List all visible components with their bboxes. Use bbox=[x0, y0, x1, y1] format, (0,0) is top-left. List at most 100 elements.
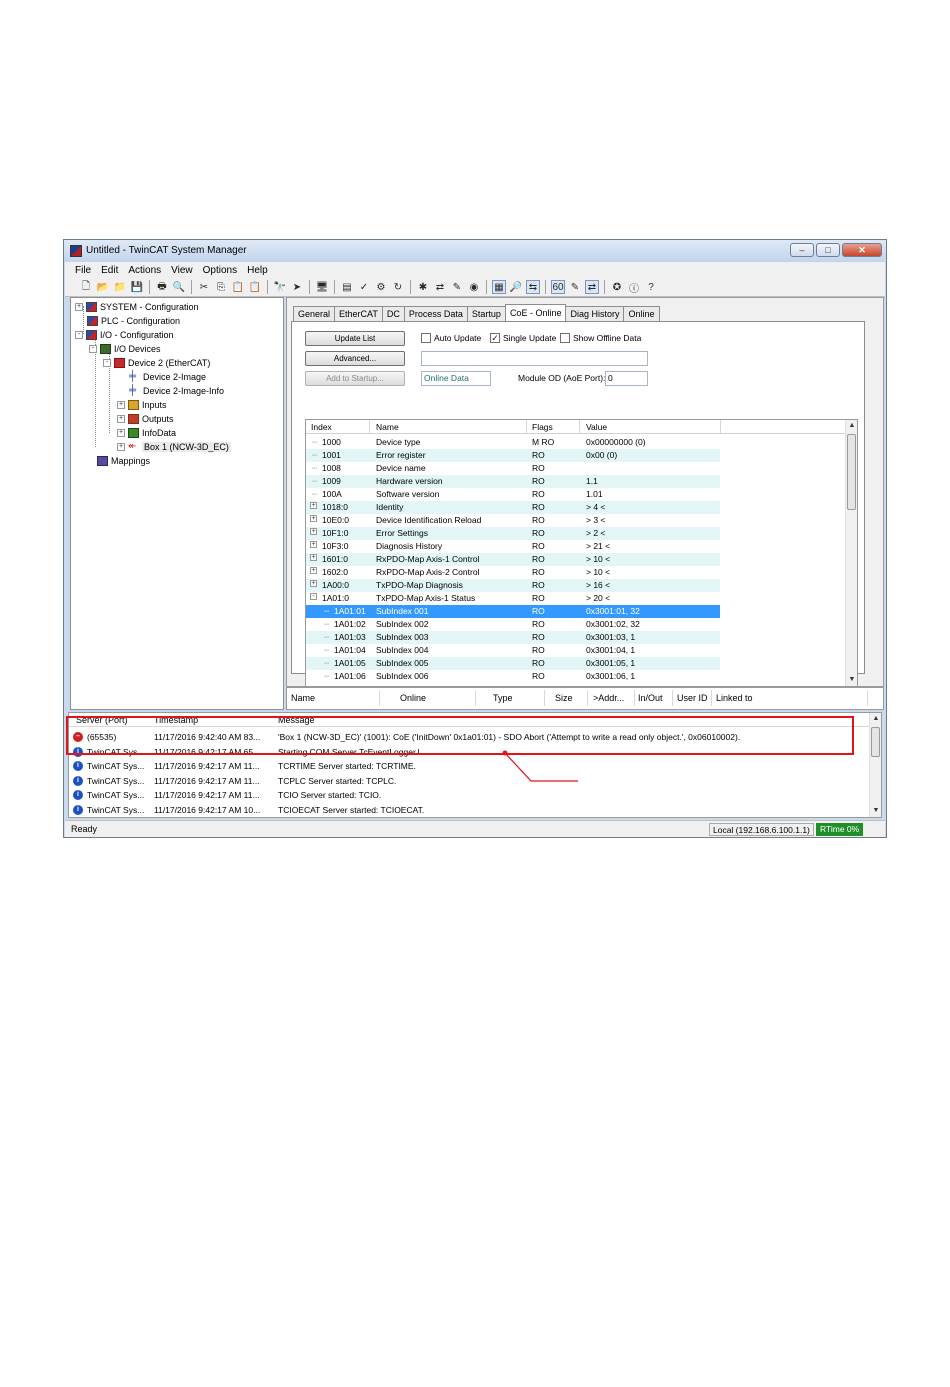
expand-icon[interactable]: + bbox=[310, 528, 317, 535]
check-configuration-icon[interactable]: ✓ bbox=[357, 280, 371, 294]
open-folder-icon[interactable]: 📁 bbox=[113, 280, 127, 294]
tab-coe-online[interactable]: CoE - Online bbox=[504, 304, 567, 321]
collapse-icon[interactable]: - bbox=[103, 358, 111, 367]
paste-with-links-icon[interactable]: 📋 bbox=[248, 280, 262, 294]
col-var-size[interactable]: Size bbox=[555, 693, 573, 703]
settings-icon[interactable]: ✪ bbox=[610, 280, 624, 294]
activate-configuration-icon[interactable]: ⚙ bbox=[374, 280, 388, 294]
zoom-icon[interactable]: 🔎 bbox=[509, 280, 523, 294]
open-icon[interactable]: 📂 bbox=[96, 280, 110, 294]
menu-help[interactable]: Help bbox=[247, 265, 268, 276]
od-table-row[interactable]: ┄ 1009 Hardware version RO 1.1 bbox=[306, 475, 720, 488]
generate-mappings-icon[interactable]: ▤ bbox=[340, 280, 354, 294]
tab-online[interactable]: Online bbox=[623, 306, 660, 321]
help-icon[interactable]: ? bbox=[644, 280, 658, 294]
od-table-row[interactable]: ┄ 1A01:05 SubIndex 005 RO 0x3001:05, 1 bbox=[306, 657, 720, 670]
expand-icon[interactable]: + bbox=[117, 400, 125, 409]
od-table-row[interactable]: +10F3:0 Diagnosis History RO > 21 < bbox=[306, 540, 720, 553]
show-variable-icon[interactable]: ✎ bbox=[568, 280, 582, 294]
tab-startup[interactable]: Startup bbox=[466, 306, 506, 321]
show-offline-data-checkbox[interactable]: Show Offline Data bbox=[560, 333, 641, 343]
od-table-row[interactable]: ┄ 1A01:04 SubIndex 004 RO 0x3001:04, 1 bbox=[306, 644, 720, 657]
od-table-row[interactable]: ┄ 1A01:02 SubIndex 002 RO 0x3001:02, 32 bbox=[306, 618, 720, 631]
od-table-row[interactable]: +10E0:0 Device Identification Reload RO > 3… bbox=[306, 514, 720, 527]
show-online-icon[interactable]: ⇆ bbox=[526, 280, 540, 294]
expand-icon[interactable]: + bbox=[310, 541, 317, 548]
scroll-down-icon[interactable]: ▼ bbox=[870, 805, 881, 817]
col-index[interactable]: Index bbox=[311, 422, 332, 432]
expand-icon[interactable]: + bbox=[310, 554, 317, 561]
set-config-mode-icon[interactable]: ✱ bbox=[416, 280, 430, 294]
scroll-up-icon[interactable]: ▲ bbox=[870, 713, 881, 725]
print-icon[interactable]: 🖶 bbox=[155, 280, 169, 294]
scroll-thumb[interactable] bbox=[847, 434, 856, 510]
tree-node-io-devices[interactable]: - I/O Devices bbox=[89, 342, 161, 355]
col-value[interactable]: Value bbox=[586, 422, 607, 432]
find-icon[interactable]: 🔭 bbox=[273, 280, 287, 294]
od-table-row[interactable]: ┄ 1A01:01 SubIndex 001 RO 0x3001:01, 32 bbox=[306, 605, 720, 618]
scroll-up-icon[interactable]: ▲ bbox=[846, 420, 857, 432]
scan-boxes-icon[interactable]: ✎ bbox=[450, 280, 464, 294]
load-devices-icon[interactable]: ⇄ bbox=[433, 280, 447, 294]
col-name[interactable]: Name bbox=[376, 422, 399, 432]
log-row[interactable]: i TwinCAT Sys... 11/17/2016 9:42:17 AM 11.… bbox=[69, 788, 869, 802]
show-tree-icon[interactable]: ▦ bbox=[492, 280, 506, 294]
minimize-button[interactable]: – bbox=[790, 243, 814, 257]
expand-icon[interactable]: + bbox=[117, 414, 125, 423]
col-var-type[interactable]: Type bbox=[493, 693, 513, 703]
od-table-row[interactable]: +10F1:0 Error Settings RO > 2 < bbox=[306, 527, 720, 540]
expand-icon[interactable]: + bbox=[310, 515, 317, 522]
tab-general[interactable]: General bbox=[293, 306, 336, 321]
tree-node-plc[interactable]: PLC - Configuration bbox=[87, 314, 180, 327]
od-table-row[interactable]: ┄ 1A01:06 SubIndex 006 RO 0x3001:06, 1 bbox=[306, 670, 720, 683]
tab-process-data[interactable]: Process Data bbox=[403, 306, 468, 321]
expand-icon[interactable]: + bbox=[310, 580, 317, 587]
od-table-row[interactable]: -1A01:0 TxPDO-Map Axis-1 Status RO > 20 < bbox=[306, 592, 720, 605]
close-button[interactable]: ✕ bbox=[842, 243, 882, 257]
single-update-checkbox[interactable]: ✓ Single Update bbox=[490, 333, 556, 343]
scroll-thumb[interactable] bbox=[871, 727, 880, 757]
od-table-row[interactable]: +1018:0 Identity RO > 4 < bbox=[306, 501, 720, 514]
col-flags[interactable]: Flags bbox=[532, 422, 553, 432]
tree-node-device2-image[interactable]: ╪ Device 2-Image bbox=[129, 370, 206, 383]
show-mappings-icon[interactable]: ⇄ bbox=[585, 280, 599, 294]
save-icon[interactable]: 💾 bbox=[130, 280, 144, 294]
cut-icon[interactable]: ✂ bbox=[197, 280, 211, 294]
new-file-icon[interactable]: 🗋 bbox=[79, 280, 93, 294]
add-to-startup-button[interactable]: Add to Startup... bbox=[305, 371, 405, 386]
expand-icon[interactable]: + bbox=[117, 442, 125, 451]
log-row[interactable]: i TwinCAT Sys... 11/17/2016 9:42:17 AM 11.… bbox=[69, 774, 869, 788]
menu-view[interactable]: View bbox=[171, 265, 193, 276]
info-icon[interactable]: ⓘ bbox=[627, 280, 641, 295]
menu-file[interactable]: File bbox=[75, 265, 91, 276]
find-next-icon[interactable]: ➤ bbox=[290, 280, 304, 294]
tree-node-device2-image-info[interactable]: ╪ Device 2-Image-Info bbox=[129, 384, 224, 397]
tab-diag-history[interactable]: Diag History bbox=[565, 306, 625, 321]
show-offline-icon[interactable]: 60 bbox=[551, 280, 565, 294]
od-table-row[interactable]: +1602:0 RxPDO-Map Axis-2 Control RO > 10 < bbox=[306, 566, 720, 579]
menu-edit[interactable]: Edit bbox=[101, 265, 118, 276]
advanced-button[interactable]: Advanced... bbox=[305, 351, 405, 366]
log-scrollbar[interactable]: ▲ ▼ bbox=[869, 713, 881, 817]
od-scrollbar[interactable]: ▲ ▼ bbox=[845, 420, 857, 686]
tree-node-infodata[interactable]: + InfoData bbox=[117, 426, 176, 439]
target-system-icon[interactable]: 🖥 bbox=[315, 280, 329, 294]
tree-node-inputs[interactable]: + Inputs bbox=[117, 398, 167, 411]
col-var-name[interactable]: Name bbox=[291, 693, 315, 703]
collapse-icon[interactable]: - bbox=[89, 344, 97, 353]
scroll-down-icon[interactable]: ▼ bbox=[846, 674, 857, 686]
tree-node-system[interactable]: + SYSTEM - Configuration bbox=[75, 300, 199, 313]
tree-node-mappings[interactable]: Mappings bbox=[97, 454, 150, 467]
tree-node-io[interactable]: - I/O - Configuration bbox=[75, 328, 174, 341]
od-table-row[interactable]: ┄ 1008 Device name RO bbox=[306, 462, 720, 475]
tree-node-device2[interactable]: - Device 2 (EtherCAT) bbox=[103, 356, 210, 369]
menu-actions[interactable]: Actions bbox=[128, 265, 161, 276]
od-table-row[interactable]: +1601:0 RxPDO-Map Axis-1 Control RO > 10 < bbox=[306, 553, 720, 566]
menu-options[interactable]: Options bbox=[203, 265, 237, 276]
expand-icon[interactable]: + bbox=[75, 302, 83, 311]
filter-input[interactable] bbox=[421, 351, 648, 366]
col-var-online[interactable]: Online bbox=[400, 693, 426, 703]
copy-icon[interactable]: ⎘ bbox=[214, 280, 228, 294]
update-list-button[interactable]: Update List bbox=[305, 331, 405, 346]
expand-icon[interactable]: + bbox=[117, 428, 125, 437]
